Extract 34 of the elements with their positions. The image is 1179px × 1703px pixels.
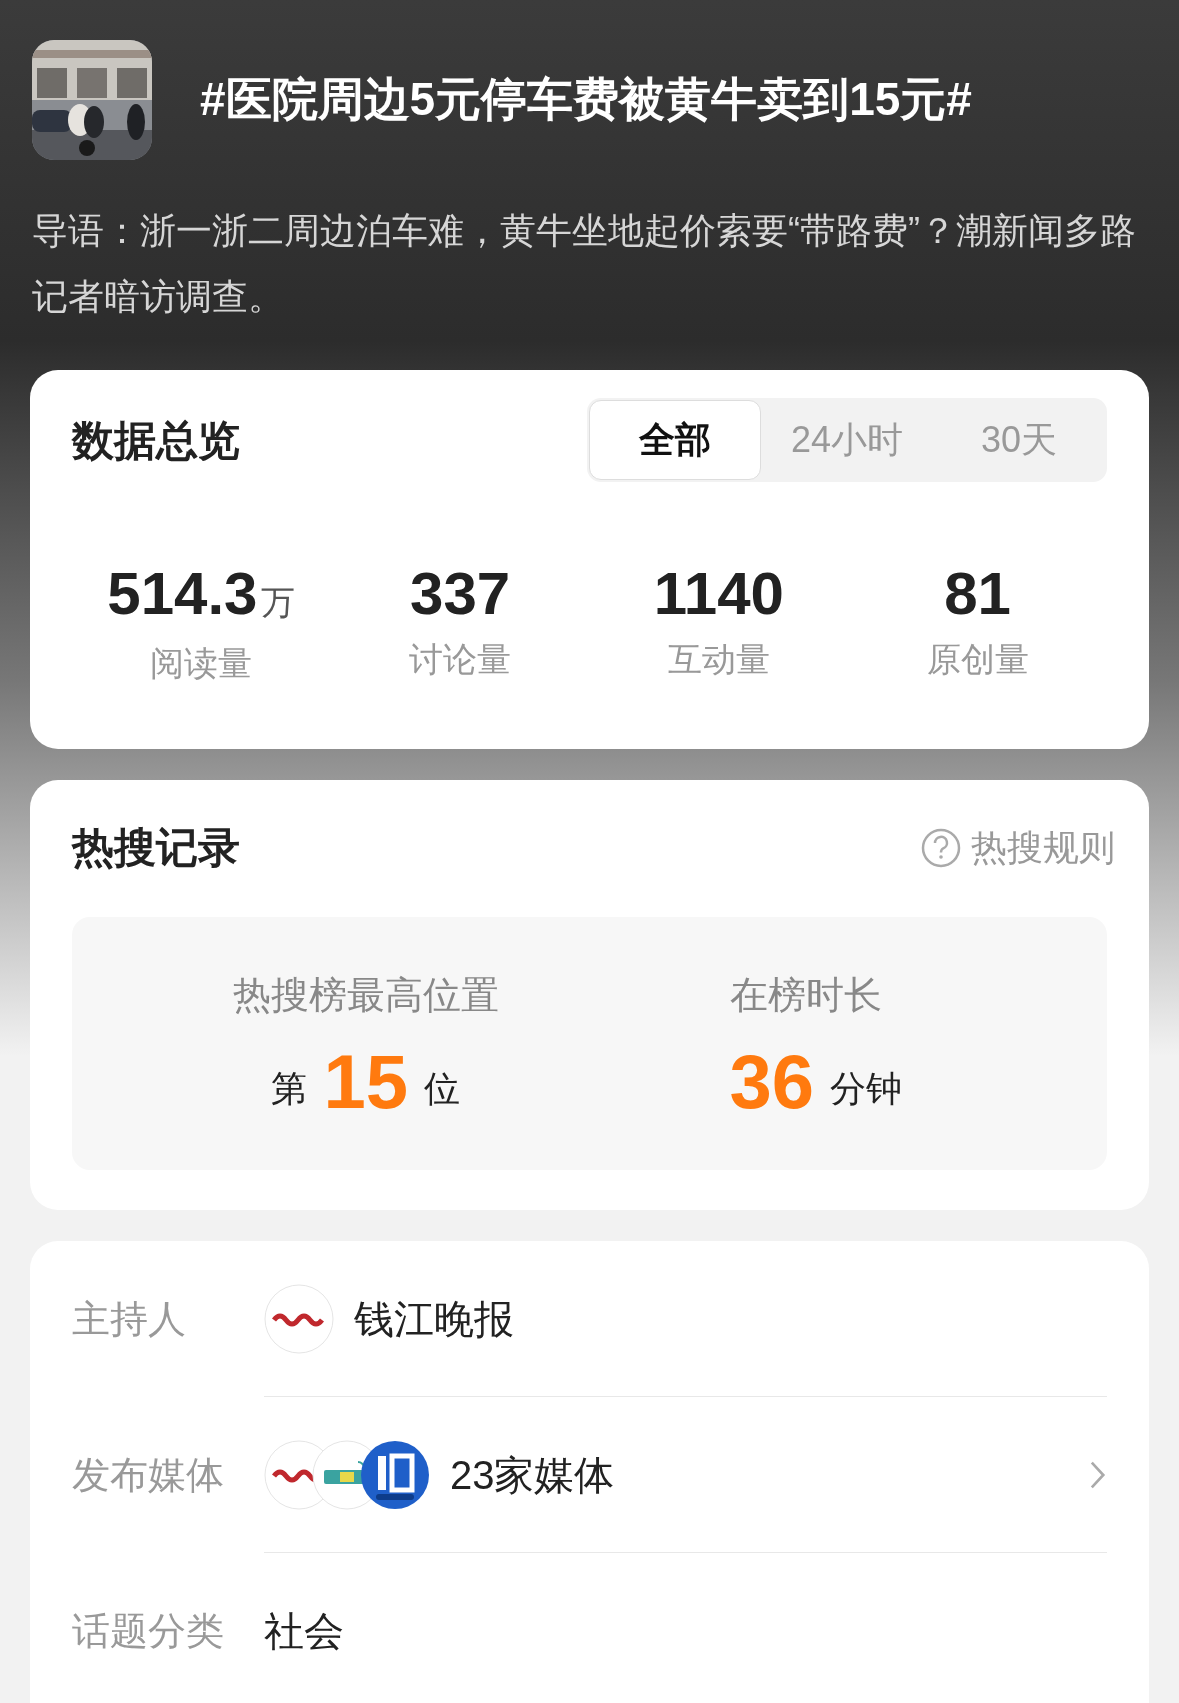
stat-value: 81: [944, 564, 1011, 624]
info-label: 发布媒体: [72, 1452, 225, 1498]
rules-link[interactable]: 热搜规则: [971, 820, 1115, 875]
info-value: 钱江晚报: [354, 1295, 515, 1343]
stat-unit: 分钟: [830, 1067, 903, 1111]
stat-value: 514.3: [107, 564, 258, 624]
range-tab[interactable]: 30天: [933, 400, 1105, 480]
info-value[interactable]: 23家媒体: [450, 1444, 1089, 1505]
card-title: 数据总览: [72, 415, 240, 466]
stat-value: 1140: [653, 564, 784, 624]
stat-unit: 位: [424, 1067, 460, 1111]
stat-label: 讨论量: [409, 639, 512, 680]
stat-label: 热搜榜最高位置: [232, 973, 499, 1018]
info-label: 主持人: [72, 1296, 187, 1342]
stat-value: 15: [323, 1044, 408, 1120]
stat-label: 在榜时长: [729, 973, 882, 1018]
stat-value: 337: [410, 564, 511, 624]
topic-title: #医院周边5元停车费被黄牛卖到15元#: [200, 72, 972, 128]
stat-unit: 万: [261, 582, 296, 623]
stat-label: 原创量: [926, 639, 1029, 680]
info-value: 社会: [264, 1608, 345, 1655]
news-logo-icon: [360, 1439, 430, 1510]
chevron-right-icon[interactable]: [1089, 1459, 1107, 1490]
info-label: 话题分类: [72, 1608, 225, 1654]
rank-prefix: 第: [271, 1067, 308, 1111]
range-tab[interactable]: 全部: [589, 400, 761, 480]
card-title: 热搜记录: [72, 823, 240, 873]
topic-intro: 导语：浙一浙二周边泊车难，黄牛坐地起价索要“带路费”？潮新闻多路记者暗访调查。: [31, 209, 1137, 319]
newspaper-logo-icon: [264, 1283, 334, 1354]
range-tab[interactable]: 24小时: [761, 400, 933, 480]
stat-value: 36: [729, 1044, 815, 1120]
stat-label: 阅读量: [150, 643, 253, 684]
help-icon: [921, 827, 961, 868]
stat-label: 互动量: [667, 639, 770, 680]
